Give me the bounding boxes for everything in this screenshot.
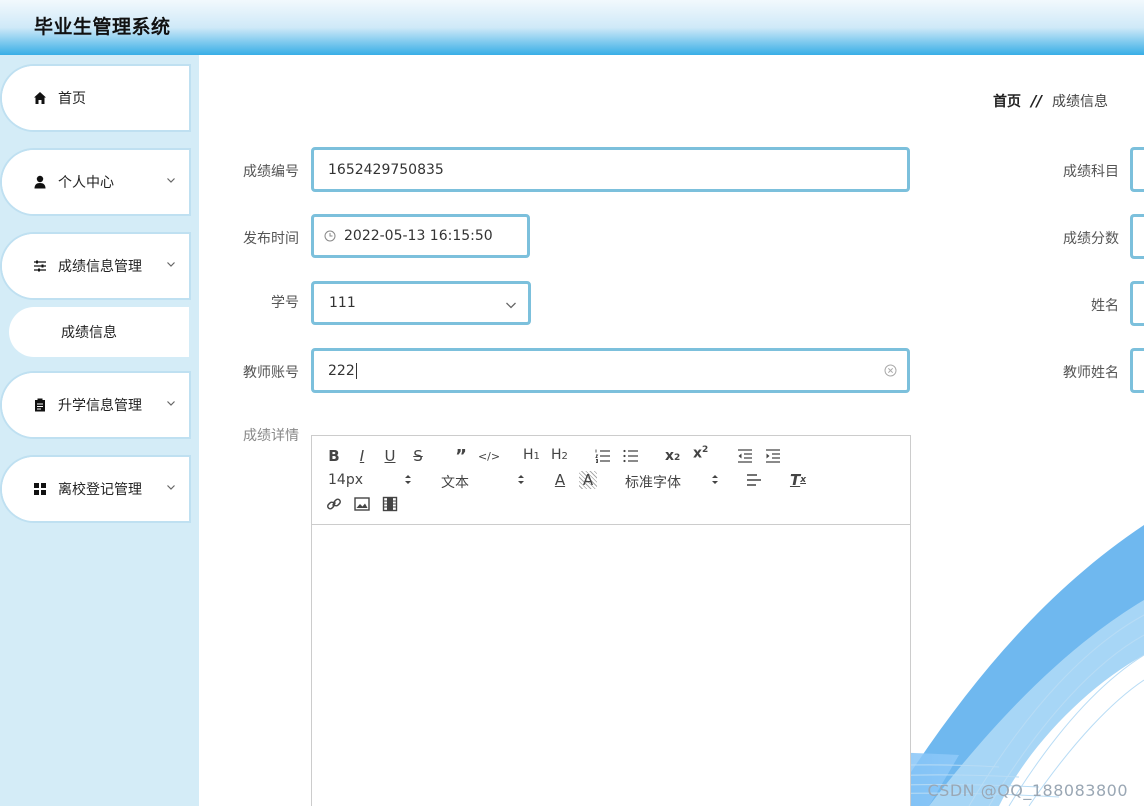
chevron-down-icon (167, 485, 175, 490)
clipboard-icon (32, 397, 48, 413)
publish-time-picker[interactable]: 2022-05-13 16:15:50 (311, 214, 530, 258)
breadcrumb: 首页 // 成绩信息 (993, 91, 1108, 111)
sidebar-item-home[interactable]: 首页 (2, 66, 189, 130)
indent-icon[interactable] (764, 447, 782, 465)
link-icon[interactable] (325, 495, 343, 513)
image-icon[interactable] (353, 495, 371, 513)
code-icon[interactable]: </> (478, 447, 500, 465)
sidebar-subitem-score-info[interactable]: 成绩信息 (9, 307, 189, 357)
details-label: 成绩详情 (243, 428, 299, 444)
grid-icon (32, 481, 48, 497)
subscript-icon[interactable]: x2 (665, 448, 680, 464)
font-size-value: 14px (328, 472, 363, 488)
sidebar-item-label: 升学信息管理 (58, 398, 142, 414)
bold-icon[interactable]: B (325, 447, 343, 465)
csdn-watermark: CSDN @QQ_188083800 (927, 781, 1128, 800)
clear-icon[interactable] (884, 364, 897, 377)
score-no-input[interactable]: 1652429750835 (311, 147, 910, 192)
video-icon[interactable] (381, 495, 399, 513)
teacher-name-label: 教师姓名 (1063, 365, 1119, 381)
score-input[interactable] (1130, 214, 1144, 259)
italic-icon[interactable]: I (353, 447, 371, 465)
chevron-down-icon (167, 262, 175, 267)
app-title: 毕业生管理系统 (34, 16, 171, 38)
publish-time-label: 发布时间 (243, 231, 299, 247)
name-input[interactable] (1130, 281, 1144, 326)
updown-arrows-icon (712, 475, 718, 484)
chevron-down-icon (167, 178, 175, 183)
breadcrumb-current: 成绩信息 (1052, 94, 1108, 110)
publish-time-value: 2022-05-13 16:15:50 (344, 228, 493, 244)
clear-format-icon[interactable]: Tx (789, 471, 807, 489)
sidebar: 首页 个人中心 成绩信息管理 成绩信息 升学信息管理 离校登记管理 (0, 55, 199, 806)
updown-arrows-icon (518, 475, 524, 484)
font-color-icon[interactable]: A (551, 471, 569, 489)
score-label: 成绩分数 (1063, 231, 1119, 247)
background-color-icon[interactable]: A (579, 471, 597, 489)
bullet-list-icon[interactable] (622, 447, 640, 465)
updown-arrows-icon (405, 475, 411, 484)
student-no-label: 学号 (271, 295, 299, 311)
teacher-account-input[interactable]: 222 (311, 348, 910, 393)
chevron-down-icon (506, 302, 516, 309)
sidebar-item-leave-registration-management[interactable]: 离校登记管理 (2, 457, 189, 521)
app-header: 毕业生管理系统 (0, 0, 1144, 55)
header2-icon[interactable]: H2 (551, 447, 568, 463)
main-content: 首页 // 成绩信息 成绩编号 1652429750835 成绩科目 发布时间 … (199, 55, 1144, 806)
editor-content-area[interactable] (312, 526, 910, 806)
ordered-list-icon[interactable] (594, 447, 612, 465)
home-icon (32, 90, 48, 106)
student-no-select[interactable]: 111 (311, 281, 531, 325)
score-no-value: 1652429750835 (328, 161, 444, 178)
sidebar-item-label: 成绩信息管理 (58, 259, 142, 275)
text-cursor (355, 362, 357, 379)
text-type-value: 文本 (441, 475, 469, 491)
sliders-icon (32, 258, 48, 274)
align-left-icon[interactable] (745, 471, 763, 489)
breadcrumb-home-link[interactable]: 首页 (993, 91, 1021, 111)
text-type-select[interactable]: 文本 (441, 472, 531, 492)
rich-text-editor[interactable]: B I U S ” </> H1 H2 x2 x2 14px 文本 A A 标准… (311, 435, 911, 806)
editor-toolbar: B I U S ” </> H1 H2 x2 x2 14px 文本 A A 标准… (312, 436, 910, 525)
subject-input[interactable] (1130, 147, 1144, 192)
sidebar-item-further-study-management[interactable]: 升学信息管理 (2, 373, 189, 437)
sidebar-item-label: 首页 (58, 91, 86, 107)
underline-icon[interactable]: U (381, 447, 399, 465)
teacher-account-label: 教师账号 (243, 365, 299, 381)
font-family-select[interactable]: 标准字体 (625, 472, 725, 492)
breadcrumb-separator: // (1031, 92, 1042, 110)
user-icon (32, 174, 48, 190)
teacher-name-input[interactable] (1130, 348, 1144, 393)
sidebar-item-label: 离校登记管理 (58, 482, 142, 498)
sidebar-item-personal-center[interactable]: 个人中心 (2, 150, 189, 214)
sidebar-item-score-management[interactable]: 成绩信息管理 (2, 234, 189, 298)
sidebar-item-label: 个人中心 (58, 175, 114, 191)
strikethrough-icon[interactable]: S (409, 447, 427, 465)
student-no-value: 111 (329, 295, 356, 311)
chevron-down-icon (167, 401, 175, 406)
font-family-value: 标准字体 (625, 475, 681, 491)
subject-label: 成绩科目 (1063, 164, 1119, 180)
superscript-icon[interactable]: x2 (693, 445, 708, 462)
header1-icon[interactable]: H1 (523, 447, 540, 463)
clock-icon (324, 230, 336, 242)
teacher-account-value: 222 (328, 362, 355, 379)
font-size-select[interactable]: 14px (328, 472, 418, 488)
outdent-icon[interactable] (736, 447, 754, 465)
score-no-label: 成绩编号 (243, 164, 299, 180)
blockquote-icon[interactable]: ” (452, 446, 470, 467)
name-label: 姓名 (1091, 298, 1119, 314)
